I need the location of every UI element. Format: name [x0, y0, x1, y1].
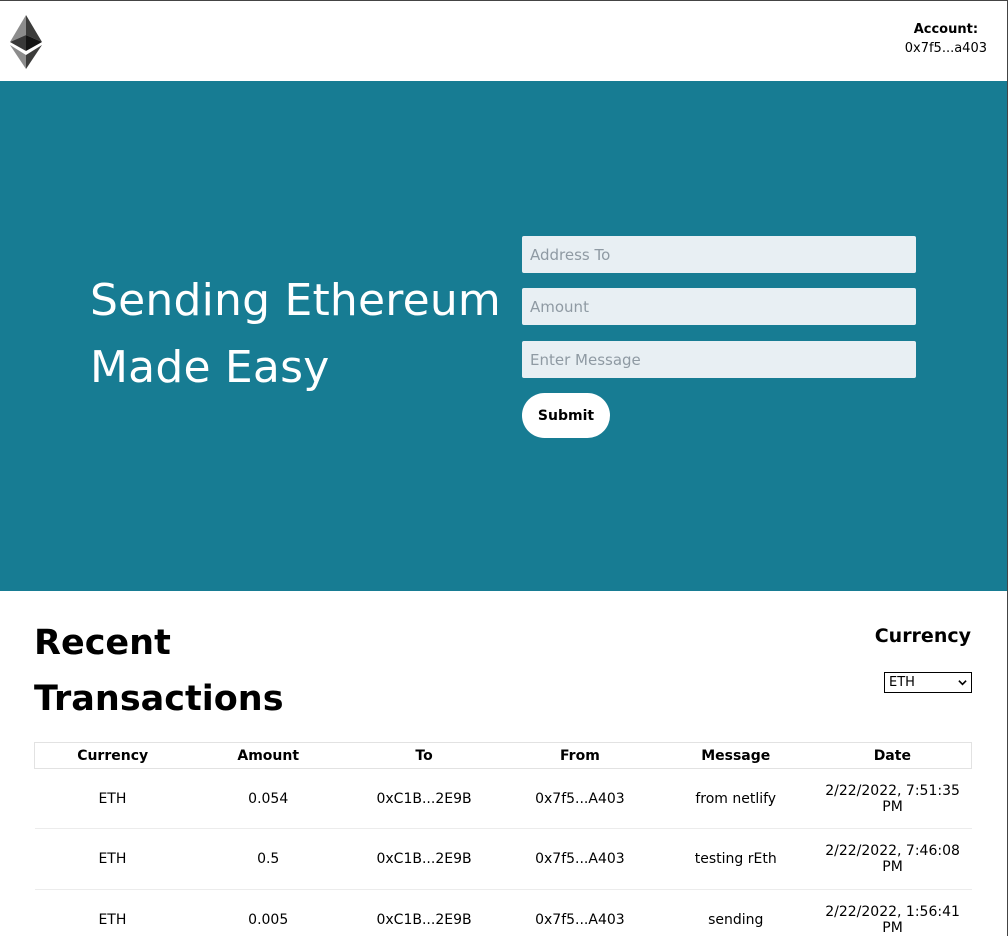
- account-label: Account:: [913, 22, 979, 37]
- hero-section: Sending Ethereum Made Easy Submit: [0, 81, 1007, 591]
- cell-currency: ETH: [34, 768, 191, 829]
- top-bar: Account: 0x7f5...a403: [0, 1, 1007, 81]
- page: Account: 0x7f5...a403 Sending Ethereum M…: [0, 0, 1008, 936]
- recent-transactions-title: Recent Transactions: [34, 615, 334, 727]
- account-info: Account: 0x7f5...a403: [905, 22, 987, 57]
- column-header-date: Date: [813, 742, 972, 769]
- chevron-down-icon: [958, 680, 967, 686]
- cell-to: 0xC1B...2E9B: [346, 828, 502, 890]
- recent-title-line-2: Transactions: [34, 679, 284, 719]
- cell-from: 0x7f5...A403: [501, 768, 658, 829]
- hero-title-line-2: Made Easy: [90, 342, 330, 393]
- cell-message: sending: [657, 889, 814, 936]
- column-header-amount: Amount: [190, 742, 347, 769]
- cell-from: 0x7f5...A403: [501, 828, 658, 890]
- cell-amount: 0.5: [190, 828, 347, 890]
- cell-date: 2/22/2022, 1:56:41 PM: [813, 889, 972, 936]
- currency-select[interactable]: ETH: [884, 672, 972, 693]
- table-row: ETH 0.054 0xC1B...2E9B 0x7f5...A403 from…: [34, 768, 972, 829]
- account-address: 0x7f5...a403: [904, 41, 987, 56]
- address-to-input[interactable]: [522, 236, 916, 273]
- currency-select-value: ETH: [889, 675, 915, 690]
- cell-amount: 0.054: [190, 768, 347, 829]
- hero-title: Sending Ethereum Made Easy: [90, 267, 510, 401]
- amount-input[interactable]: [522, 288, 916, 325]
- cell-currency: ETH: [34, 828, 191, 890]
- table-header-row: Currency Amount To From Message Date: [34, 742, 972, 769]
- cell-message: from netlify: [657, 768, 814, 829]
- cell-date: 2/22/2022, 7:46:08 PM: [813, 828, 972, 890]
- cell-to: 0xC1B...2E9B: [346, 768, 502, 829]
- recent-title-line-1: Recent: [34, 623, 171, 663]
- cell-date: 2/22/2022, 7:51:35 PM: [813, 768, 972, 829]
- ethereum-logo-icon[interactable]: [9, 15, 43, 69]
- message-input[interactable]: [522, 341, 916, 378]
- column-header-currency: Currency: [34, 742, 191, 769]
- cell-currency: ETH: [34, 889, 191, 936]
- currency-label: Currency: [874, 625, 971, 647]
- column-header-message: Message: [657, 742, 814, 769]
- column-header-to: To: [346, 742, 502, 769]
- cell-from: 0x7f5...A403: [501, 889, 658, 936]
- column-header-from: From: [501, 742, 658, 769]
- cell-to: 0xC1B...2E9B: [346, 889, 502, 936]
- table-row: ETH 0.5 0xC1B...2E9B 0x7f5...A403 testin…: [34, 828, 972, 890]
- table-row: ETH 0.005 0xC1B...2E9B 0x7f5...A403 send…: [34, 889, 972, 936]
- transactions-table: Currency Amount To From Message Date ETH…: [34, 742, 972, 936]
- cell-amount: 0.005: [190, 889, 347, 936]
- hero-title-line-1: Sending Ethereum: [90, 275, 501, 326]
- submit-button[interactable]: Submit: [522, 393, 610, 438]
- cell-message: testing rEth: [657, 828, 814, 890]
